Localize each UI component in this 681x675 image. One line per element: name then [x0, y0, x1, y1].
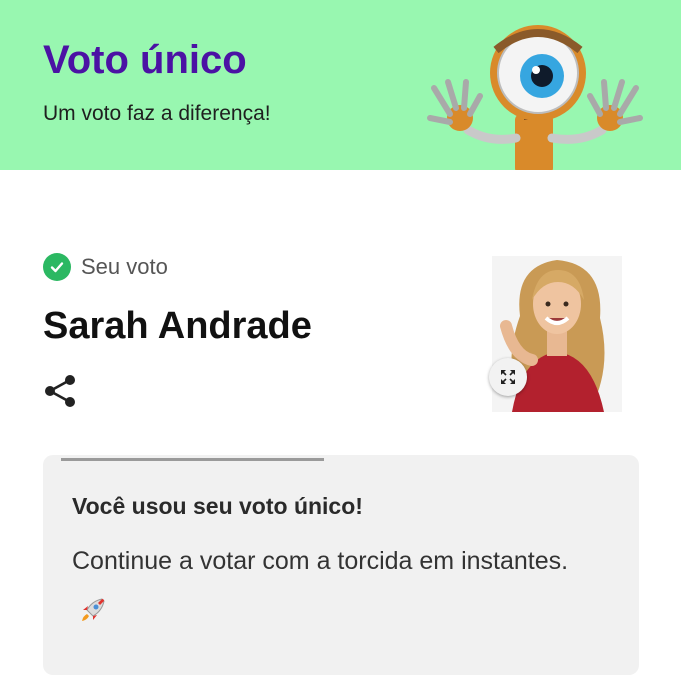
expand-photo-button[interactable]	[489, 358, 527, 396]
page-title: Voto único	[43, 38, 247, 82]
big-brother-eye-mascot-icon	[427, 25, 643, 170]
card-title: Você usou seu voto único!	[72, 493, 363, 519]
card-progress-bar	[61, 458, 621, 461]
page-subtitle: Um voto faz a diferença!	[43, 102, 271, 125]
header-banner: Voto único Um voto faz a diferença!	[0, 0, 681, 170]
vote-status-row: Seu voto	[43, 253, 168, 281]
card-message: Continue a votar com a torcida em instan…	[72, 547, 569, 575]
rocket-icon	[82, 598, 105, 622]
candidate-name: Sarah Andrade	[43, 305, 312, 347]
check-circle-icon	[43, 253, 71, 281]
card-progress-fill	[61, 458, 325, 461]
vote-label: Seu voto	[81, 254, 168, 279]
expand-icon	[501, 370, 515, 384]
card-text: Continue a votar com a torcida em instan…	[72, 537, 572, 633]
share-icon[interactable]	[44, 374, 78, 408]
info-card: Você usou seu voto único! Continue a vot…	[43, 455, 639, 675]
